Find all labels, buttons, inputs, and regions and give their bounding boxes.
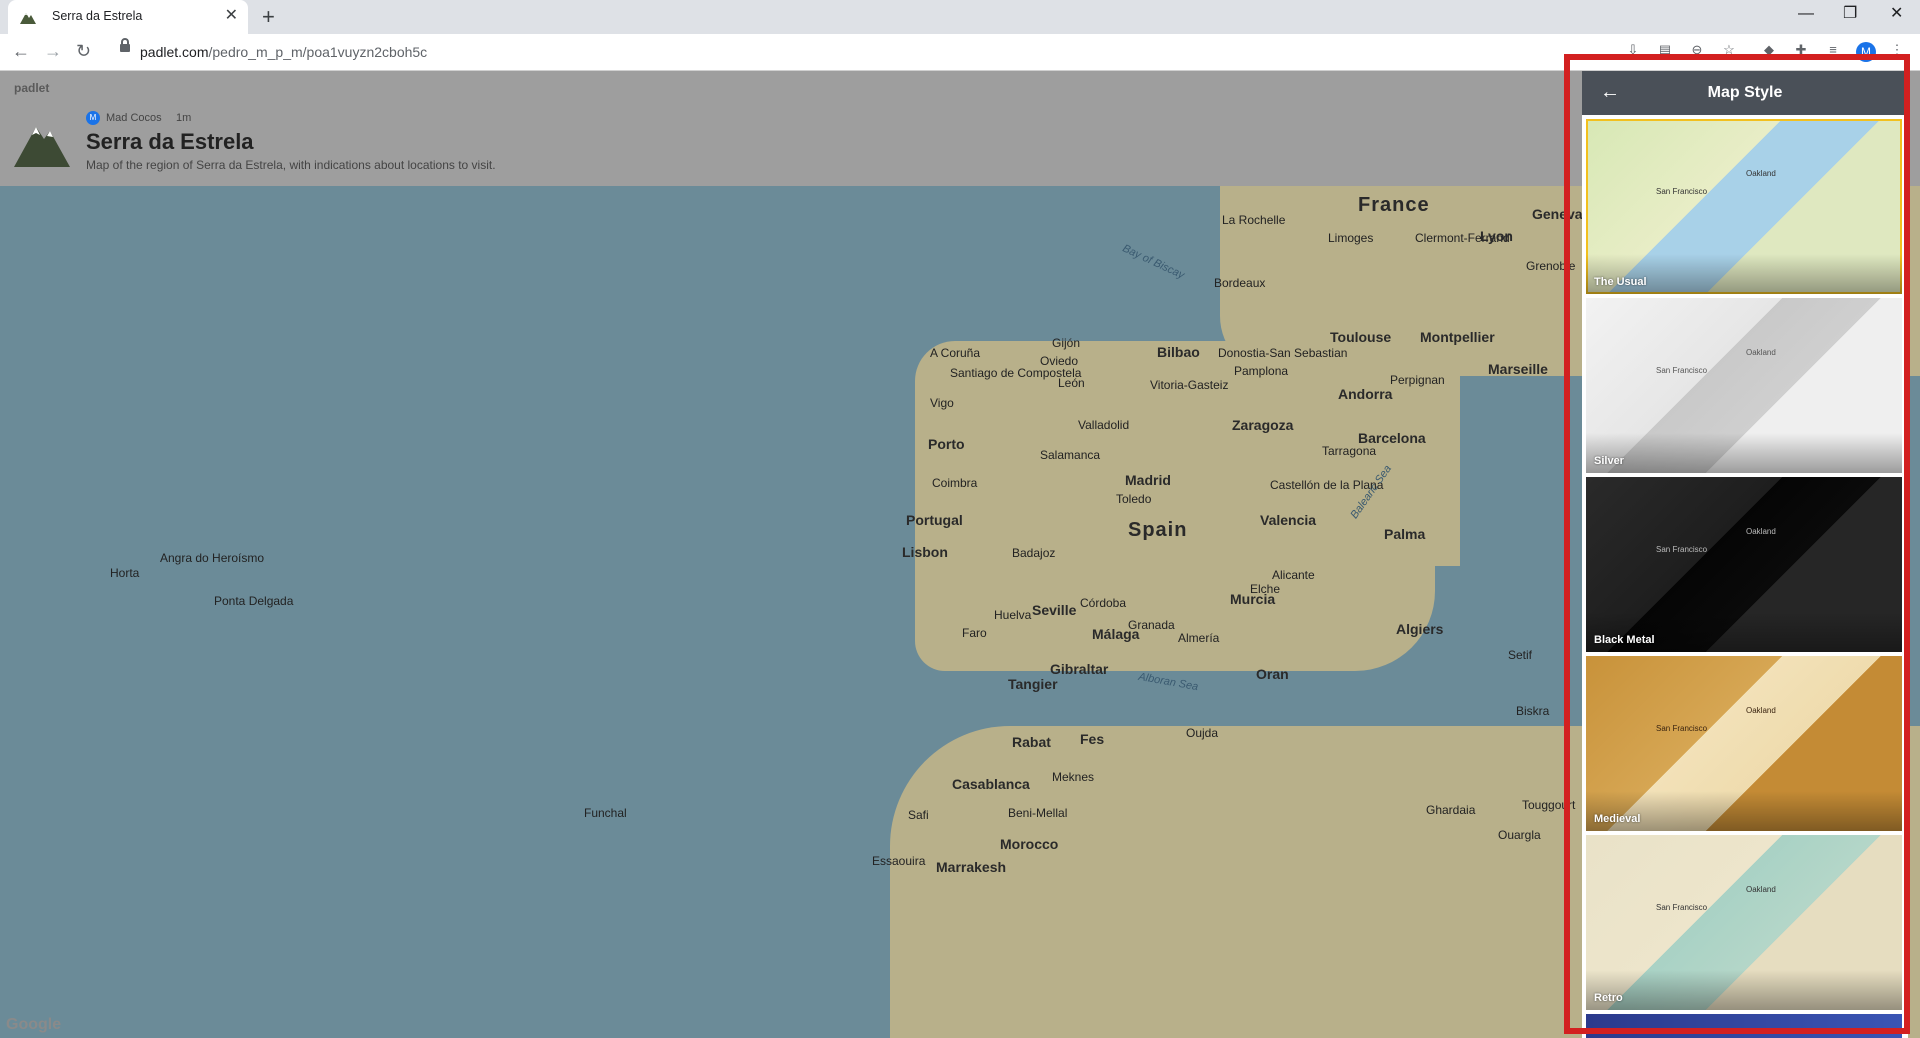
map-label: Andorra <box>1338 386 1393 402</box>
minimize-icon[interactable]: — <box>1798 4 1814 24</box>
map-label: Limoges <box>1328 231 1374 245</box>
map-label: A Coruña <box>930 346 981 360</box>
map-label: Horta <box>110 566 140 580</box>
map-label: Bordeaux <box>1214 276 1266 290</box>
browser-tab[interactable]: Serra da Estrela ✕ <box>8 0 248 34</box>
tab-title: Serra da Estrela <box>52 9 143 23</box>
padlet-logo[interactable]: padlet <box>14 81 49 95</box>
map-label: Porto <box>928 436 965 452</box>
map-label: Valladolid <box>1078 418 1130 432</box>
map-label: Ghardaia <box>1426 803 1476 817</box>
reload-icon[interactable]: ↻ <box>76 40 91 62</box>
map-label: Casablanca <box>952 776 1030 792</box>
map-label: Marrakesh <box>936 859 1007 875</box>
restore-icon[interactable]: ❐ <box>1843 4 1857 24</box>
map-label: Almería <box>1178 631 1220 645</box>
map-label: Vitoria-Gasteiz <box>1150 378 1229 392</box>
forward-icon[interactable]: → <box>44 40 62 62</box>
map-label: Oujda <box>1186 726 1219 740</box>
map-label: Angra do Heroísmo <box>160 551 265 565</box>
map-label: Palma <box>1384 526 1426 542</box>
lock-icon <box>120 38 130 52</box>
post-time: 1m <box>176 112 192 124</box>
browser-tab-bar: Serra da Estrela ✕ + — ❐ ✕ <box>0 0 1920 34</box>
map-label: La Rochelle <box>1222 213 1286 227</box>
map-label: Perpignan <box>1390 373 1445 387</box>
map-label: Tangier <box>1008 676 1058 692</box>
map-label: Ponta Delgada <box>214 594 294 608</box>
google-attribution: Google <box>6 1016 62 1033</box>
map-label: Meknes <box>1052 770 1095 784</box>
map-label: Huelva <box>994 608 1032 622</box>
new-tab-icon[interactable]: + <box>262 5 275 29</box>
page-description: Map of the region of Serra da Estrela, w… <box>86 158 496 172</box>
map-label: Gijón <box>1052 336 1081 350</box>
map-label: Coimbra <box>932 476 978 490</box>
map-label: Montpellier <box>1420 329 1495 345</box>
mountain-favicon-icon <box>20 13 36 24</box>
map-label: Pamplona <box>1234 364 1289 378</box>
url-text: padlet.com/pedro_m_p_m/poa1vuyzn2cboh5c <box>140 44 428 60</box>
map-label: Madrid <box>1125 472 1171 488</box>
sea-label: Alboran Sea <box>1137 670 1200 694</box>
map-label: Ouargla <box>1498 828 1541 842</box>
map-label: Bilbao <box>1157 344 1200 360</box>
map-label: Lyon <box>1480 228 1513 244</box>
map-label: Zaragoza <box>1232 417 1294 433</box>
land-iberia-east <box>1420 366 1460 566</box>
mountain-avatar-icon <box>14 127 70 167</box>
map-label: León <box>1058 376 1085 390</box>
map-label: Gibraltar <box>1050 661 1109 677</box>
map-label: Alicante <box>1272 568 1315 582</box>
map-label: Morocco <box>1000 836 1059 852</box>
map-label: Marseille <box>1488 361 1548 377</box>
map-label: Safi <box>908 808 929 822</box>
map-label: Toulouse <box>1330 329 1392 345</box>
map-label: Valencia <box>1260 512 1317 528</box>
map-label: Portugal <box>906 512 963 528</box>
map-label: Rabat <box>1012 734 1051 750</box>
back-icon[interactable]: ← <box>12 40 30 62</box>
map-label: Setif <box>1508 648 1533 662</box>
map-label: Donostia-San Sebastian <box>1218 346 1348 360</box>
map-label: Tarragona <box>1322 444 1377 458</box>
sea-label: Bay of Biscay <box>1120 242 1187 282</box>
map-label: Seville <box>1032 602 1077 618</box>
map-label: Badajoz <box>1012 546 1056 560</box>
close-tab-icon[interactable]: ✕ <box>225 7 238 25</box>
author-avatar: M <box>86 111 100 125</box>
map-label: Vigo <box>930 396 954 410</box>
address-bar[interactable]: padlet.com/pedro_m_p_m/poa1vuyzn2cboh5c <box>108 38 1588 65</box>
window-close-icon[interactable]: ✕ <box>1890 4 1903 24</box>
map-label: Málaga <box>1092 626 1140 642</box>
map-label: Faro <box>962 626 987 640</box>
map-label: Biskra <box>1516 704 1550 718</box>
map-label: Córdoba <box>1080 596 1127 610</box>
map-label: Murcia <box>1230 591 1276 607</box>
highlight-box <box>1564 54 1910 1034</box>
map-label: Algiers <box>1396 621 1444 637</box>
map-label: Essaouira <box>872 854 926 868</box>
author-name[interactable]: Mad Cocos <box>106 112 162 124</box>
map-label: Lisbon <box>902 544 948 560</box>
map-label: Fes <box>1080 731 1105 747</box>
map-label: France <box>1358 194 1430 216</box>
map-label: Toledo <box>1116 492 1152 506</box>
map-label: Oran <box>1256 666 1289 682</box>
map-label: Funchal <box>584 806 627 820</box>
map-label: Beni-Mellal <box>1008 806 1068 820</box>
map-label: Salamanca <box>1040 448 1101 462</box>
map-label: Spain <box>1128 519 1188 541</box>
page-title: Serra da Estrela <box>86 129 254 154</box>
